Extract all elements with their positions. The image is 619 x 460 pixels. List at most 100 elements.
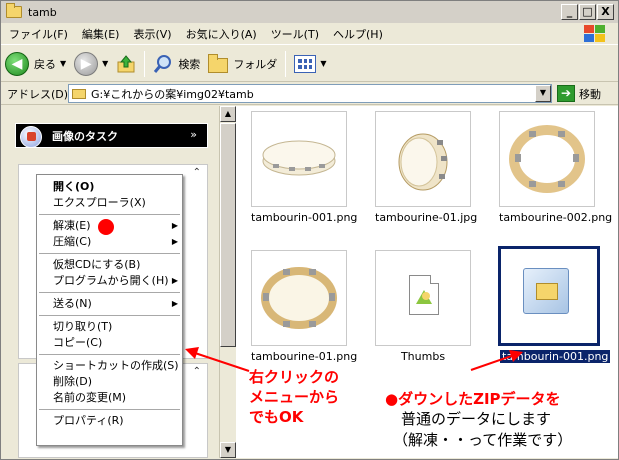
- annotation-arrow-right: [470, 350, 523, 371]
- chevron-down-icon[interactable]: ▼: [535, 85, 551, 102]
- ctx-extract-label: 解凍(E): [53, 219, 91, 232]
- menu-help[interactable]: ヘルプ(H): [326, 26, 390, 42]
- toolbar: ◀ 戻る ▼ ▶ ▼ 検索 フォルダ ▼: [1, 46, 618, 82]
- chevron-right-icon: ▶: [171, 221, 178, 230]
- file-thumbnail[interactable]: [375, 111, 471, 207]
- file-thumbnail[interactable]: [251, 111, 347, 207]
- ctx-open-with-label: プログラムから開く(H): [53, 274, 169, 287]
- tambourine-image: [262, 140, 336, 176]
- image-tasks-header[interactable]: 画像のタスク »: [15, 123, 208, 148]
- ctx-explorer[interactable]: エクスプローラ(X): [37, 195, 182, 211]
- file-thumbnail-selected[interactable]: [498, 246, 600, 346]
- up-folder-button[interactable]: [112, 49, 140, 79]
- chevron-right-icon: ▶: [171, 299, 178, 308]
- ctx-open-with[interactable]: プログラムから開く(H) ▶: [37, 273, 182, 289]
- ctx-send-to-label: 送る(N): [53, 297, 92, 310]
- views-button[interactable]: ▼: [290, 49, 330, 79]
- menu-favorites[interactable]: お気に入り(A): [179, 26, 264, 42]
- back-label: 戻る: [34, 57, 56, 71]
- chevron-right-icon: ▶: [171, 237, 178, 246]
- thumbs-db-icon: [409, 275, 439, 315]
- menu-tools[interactable]: ツール(T): [264, 26, 326, 42]
- menu-separator: [39, 292, 180, 293]
- ctx-virtual-cd[interactable]: 仮想CDにする(B): [37, 257, 182, 273]
- context-menu: 開く(O) エクスプローラ(X) 解凍(E) ▶ 圧縮(C) ▶ 仮想CDにする(B…: [36, 174, 183, 446]
- ctx-rename[interactable]: 名前の変更(M): [37, 390, 182, 406]
- file-name[interactable]: tambourine-002.png: [499, 211, 612, 224]
- ctx-open[interactable]: 開く(O): [37, 179, 182, 195]
- folders-icon: [208, 53, 229, 73]
- search-button[interactable]: 検索: [149, 49, 204, 79]
- up-folder-icon: [117, 54, 135, 72]
- ctx-properties[interactable]: プロパティ(R): [37, 413, 182, 429]
- menu-separator: [39, 214, 180, 215]
- scroll-up-button[interactable]: ▲: [220, 106, 236, 122]
- file-name[interactable]: Thumbs: [375, 350, 471, 363]
- chevron-down-icon[interactable]: ▼: [102, 59, 108, 68]
- menu-view[interactable]: 表示(V): [126, 26, 178, 42]
- scroll-thumb[interactable]: [220, 123, 236, 347]
- file-thumbnail[interactable]: [499, 111, 595, 207]
- go-label: 移動: [579, 87, 601, 101]
- maximize-button[interactable]: □: [579, 4, 596, 20]
- chevron-down-icon[interactable]: ▼: [60, 59, 66, 68]
- scroll-down-button[interactable]: ▼: [220, 442, 236, 458]
- ctx-send-to[interactable]: 送る(N) ▶: [37, 296, 182, 312]
- go-arrow-icon: ➔: [557, 85, 575, 102]
- ctx-create-shortcut[interactable]: ショートカットの作成(S): [37, 358, 182, 374]
- annotation-zip-note-1: ●ダウンしたZIPデータを: [385, 390, 561, 408]
- menu-file[interactable]: ファイル(F): [1, 26, 75, 42]
- chevron-down-icon[interactable]: ▼: [320, 59, 326, 68]
- toolbar-separator: [285, 50, 287, 77]
- window-title: tamb: [28, 5, 57, 19]
- annotation-zip-note-3: （解凍・・って作業です）: [393, 431, 573, 449]
- menu-separator: [39, 354, 180, 355]
- back-arrow-icon: ◀: [5, 51, 29, 76]
- ctx-delete[interactable]: 削除(D): [37, 374, 182, 390]
- file-thumbnail[interactable]: [375, 250, 471, 346]
- tambourine-image: [261, 267, 337, 329]
- tambourine-image: [509, 125, 585, 193]
- menu-edit[interactable]: 編集(E): [75, 26, 127, 42]
- folder-icon: [72, 88, 86, 99]
- file-thumbnail[interactable]: [251, 250, 347, 346]
- ctx-copy[interactable]: コピー(C): [37, 335, 182, 351]
- chevron-double-down-icon[interactable]: »: [190, 128, 197, 141]
- address-input[interactable]: G:¥これからの案¥img02¥tamb ▼: [68, 84, 552, 103]
- compressed-folder-icon: [523, 268, 569, 314]
- close-button[interactable]: X: [597, 4, 614, 20]
- address-value: G:¥これからの案¥img02¥tamb: [91, 87, 254, 101]
- folders-button[interactable]: フォルダ: [204, 49, 281, 79]
- menu-bar: ファイル(F) 編集(E) 表示(V) お気に入り(A) ツール(T) ヘルプ(…: [1, 23, 618, 45]
- go-button[interactable]: ➔ 移動: [557, 85, 601, 102]
- forward-button[interactable]: ▶ ▼: [70, 49, 112, 79]
- window-controls: _ □ X: [561, 4, 614, 20]
- menu-separator: [39, 409, 180, 410]
- file-name[interactable]: tambourine-01.jpg: [375, 211, 477, 224]
- ctx-compress[interactable]: 圧縮(C) ▶: [37, 234, 182, 250]
- search-label: 検索: [178, 57, 201, 71]
- back-button[interactable]: ◀ 戻る ▼: [1, 49, 70, 79]
- forward-arrow-icon: ▶: [74, 51, 99, 76]
- toolbar-separator: [144, 50, 146, 77]
- task-pane-scrollbar[interactable]: ▲ ▼: [219, 106, 236, 458]
- search-icon: [154, 54, 172, 73]
- views-icon: [294, 54, 317, 73]
- chevron-double-up-icon[interactable]: ⌃: [193, 167, 201, 178]
- title-bar[interactable]: tamb _ □ X: [1, 1, 618, 23]
- address-label: アドレス(D): [7, 87, 69, 101]
- menu-separator: [39, 253, 180, 254]
- ctx-compress-label: 圧縮(C): [53, 235, 92, 248]
- annotation-red-dot: [98, 219, 114, 235]
- ctx-cut[interactable]: 切り取り(T): [37, 319, 182, 335]
- file-name[interactable]: tambourine-01.png: [251, 350, 357, 363]
- annotation-zip-note-2: 普通のデータにします: [401, 410, 552, 428]
- explorer-window: tamb _ □ X ファイル(F) 編集(E) 表示(V) お気に入り(A) …: [0, 0, 619, 460]
- annotation-right-click-1: 右クリックの: [249, 368, 340, 386]
- file-name[interactable]: tambourin-001.png: [251, 211, 357, 224]
- tambourine-image: [398, 133, 448, 191]
- menu-separator: [39, 315, 180, 316]
- chevron-right-icon: ▶: [171, 276, 178, 285]
- windows-logo-icon: [584, 25, 606, 43]
- minimize-button[interactable]: _: [561, 4, 578, 20]
